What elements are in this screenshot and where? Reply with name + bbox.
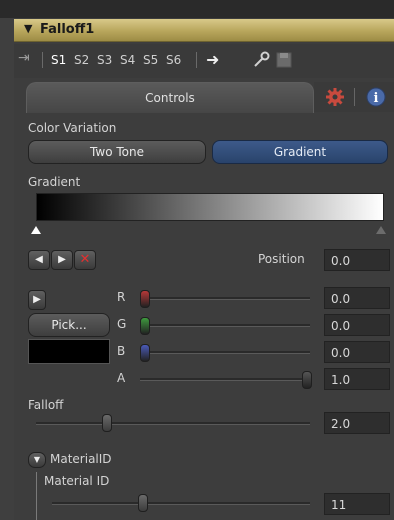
- slider-a-knob[interactable]: [302, 371, 312, 389]
- next-stop-button[interactable]: ▶: [51, 250, 73, 270]
- falloff-slider-track[interactable]: [36, 422, 310, 425]
- delete-stop-button[interactable]: ✕: [74, 250, 96, 270]
- slot-s4[interactable]: S4: [120, 53, 135, 67]
- slider-g-track[interactable]: [140, 324, 310, 327]
- tool-title: Falloff1: [40, 22, 95, 37]
- falloff-slider-knob[interactable]: [102, 414, 112, 432]
- material-slider-knob[interactable]: [138, 494, 148, 512]
- r-value-field[interactable]: 0.0: [324, 287, 390, 309]
- a-value-field[interactable]: 1.0: [324, 368, 390, 390]
- tool-title-bar[interactable]: ▼ Falloff1: [14, 19, 394, 42]
- pick-button[interactable]: Pick...: [28, 313, 110, 337]
- pin-icon[interactable]: ⇥: [18, 50, 30, 66]
- slider-r-knob[interactable]: [140, 290, 150, 308]
- color-variation-label: Color Variation: [28, 121, 117, 135]
- material-slider-track[interactable]: [52, 502, 310, 505]
- divider: [42, 52, 43, 68]
- slot-bar: ⇥ S1 S2 S3 S4 S5 S6 ➜: [14, 44, 394, 78]
- floppy-icon[interactable]: [276, 52, 292, 68]
- b-value-field[interactable]: 0.0: [324, 341, 390, 363]
- material-value-field[interactable]: 11: [324, 493, 390, 515]
- slider-b-track[interactable]: [140, 351, 310, 354]
- svg-text:i: i: [374, 91, 379, 106]
- expand-color-button[interactable]: ▶: [28, 290, 46, 310]
- arrow-right-icon[interactable]: ➜: [206, 50, 219, 69]
- slot-s6[interactable]: S6: [166, 53, 181, 67]
- gradient-stop-end[interactable]: [375, 225, 387, 235]
- divider: [354, 88, 355, 106]
- material-id-label: Material ID: [44, 474, 110, 488]
- gradient-bar[interactable]: [36, 193, 384, 221]
- key-icon[interactable]: [252, 51, 270, 69]
- slider-a-track[interactable]: [140, 378, 310, 381]
- color-swatch[interactable]: [28, 339, 110, 364]
- triangle-down-icon[interactable]: ▼: [24, 22, 32, 35]
- tab-strip-icons: i: [314, 82, 394, 112]
- gear-icon[interactable]: [326, 88, 344, 106]
- position-label: Position: [258, 252, 305, 266]
- slot-s5[interactable]: S5: [143, 53, 158, 67]
- tab-controls[interactable]: Controls: [26, 82, 314, 113]
- falloff-value-field[interactable]: 2.0: [324, 412, 390, 434]
- gradient-label: Gradient: [28, 175, 81, 189]
- previous-stop-button[interactable]: ◀: [28, 250, 50, 270]
- gradient-button[interactable]: Gradient: [212, 140, 388, 164]
- two-tone-button[interactable]: Two Tone: [28, 140, 206, 164]
- slot-s2[interactable]: S2: [74, 53, 89, 67]
- channel-label-g: G: [117, 317, 127, 331]
- slider-r-track[interactable]: [140, 297, 310, 300]
- section-bracket: [36, 472, 37, 520]
- materialid-section-label: MaterialID: [50, 452, 112, 466]
- channel-label-b: B: [117, 344, 126, 358]
- slot-s3[interactable]: S3: [97, 53, 112, 67]
- falloff-label: Falloff: [28, 398, 64, 412]
- slider-g-knob[interactable]: [140, 317, 150, 335]
- gradient-stop-start[interactable]: [30, 225, 42, 235]
- top-bar: [0, 0, 394, 18]
- g-value-field[interactable]: 0.0: [324, 314, 390, 336]
- channel-label-r: R: [117, 290, 126, 304]
- divider: [196, 52, 197, 68]
- channel-label-a: A: [117, 371, 126, 385]
- chevron-down-icon[interactable]: ▼: [28, 452, 46, 468]
- position-field[interactable]: 0.0: [324, 249, 390, 271]
- info-icon[interactable]: i: [366, 87, 386, 107]
- slider-b-knob[interactable]: [140, 344, 150, 362]
- slot-s1[interactable]: S1: [51, 53, 66, 67]
